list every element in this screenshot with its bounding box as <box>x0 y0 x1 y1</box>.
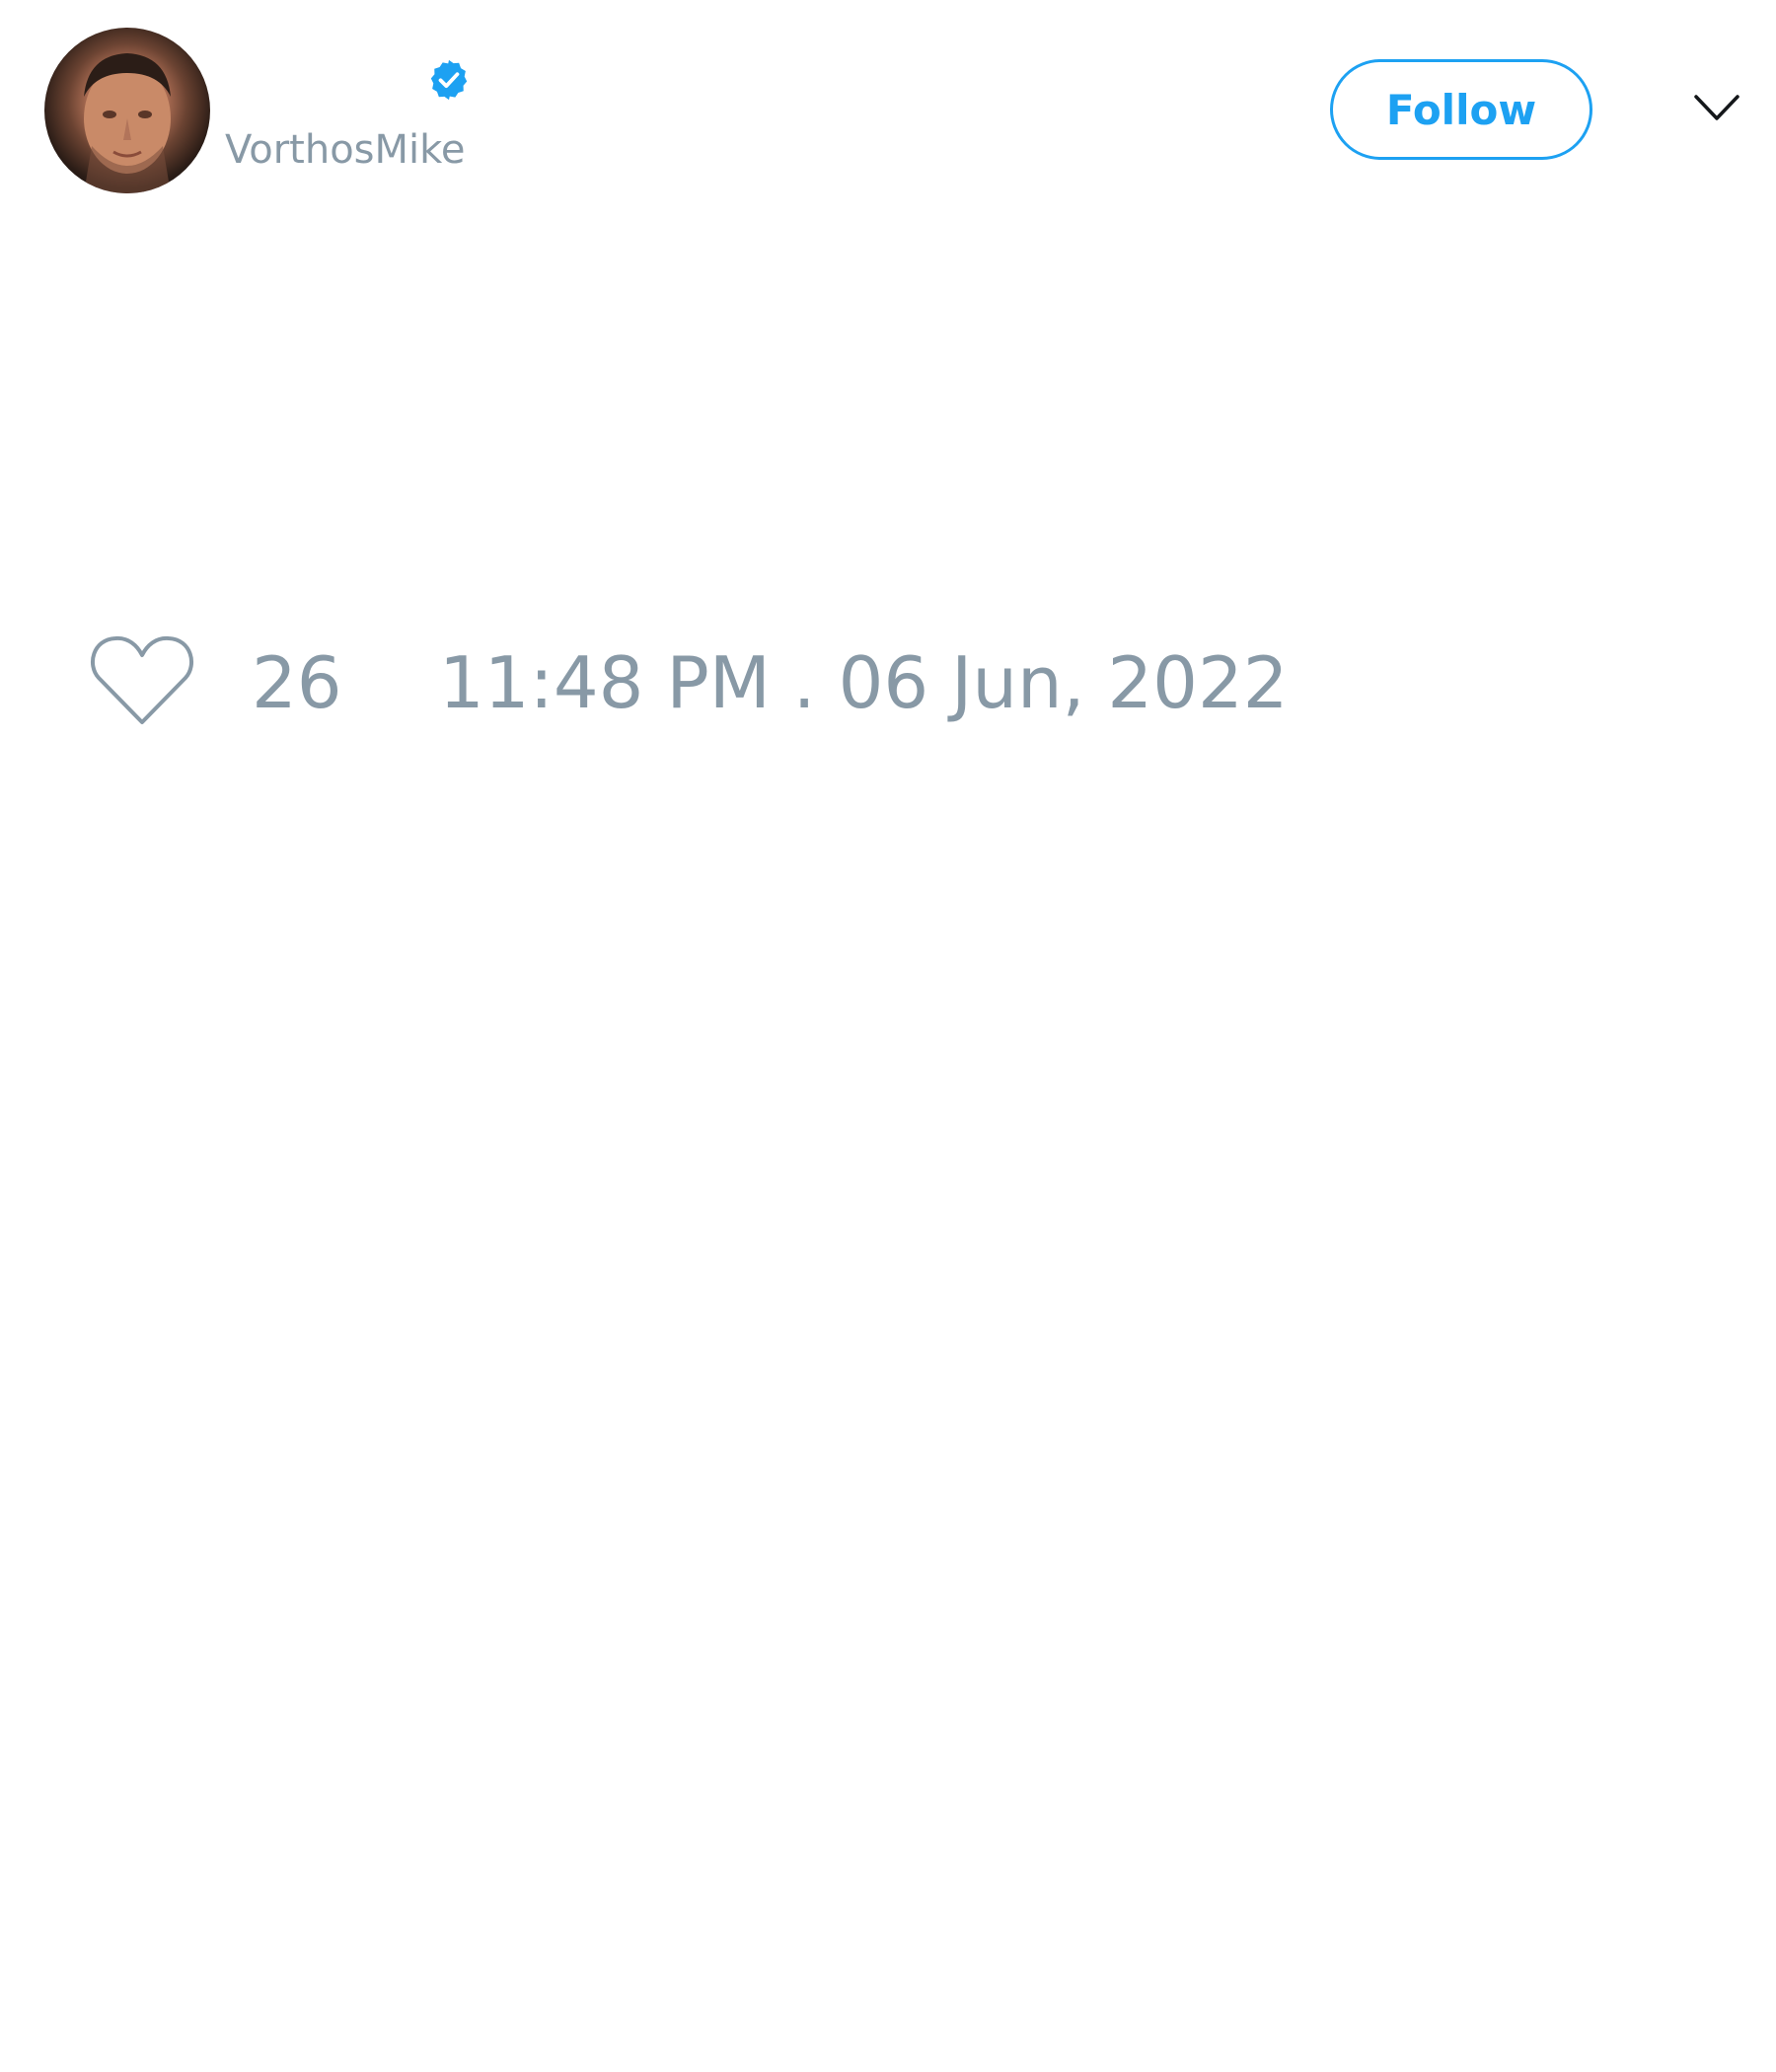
author-handle[interactable]: VorthosMike <box>225 126 466 174</box>
avatar-photo <box>84 53 171 193</box>
tweet-timestamp[interactable]: 11:48 PM . 06 Jun, 2022 <box>439 641 1289 724</box>
avatar[interactable] <box>44 28 210 193</box>
like-count: 26 <box>252 641 342 724</box>
heart-icon[interactable] <box>89 633 195 728</box>
follow-button[interactable]: Follow <box>1330 59 1592 160</box>
verified-badge-icon <box>430 59 468 101</box>
chevron-down-icon[interactable] <box>1693 93 1740 122</box>
